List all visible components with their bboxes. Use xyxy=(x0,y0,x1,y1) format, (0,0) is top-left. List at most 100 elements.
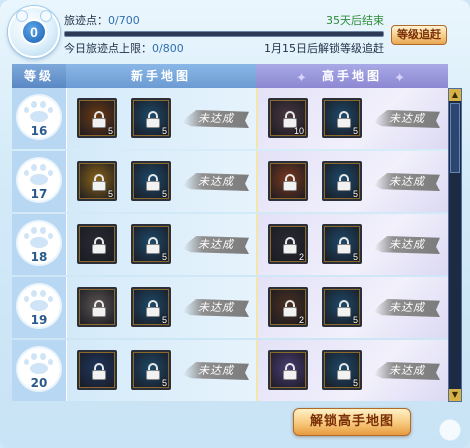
reward-item[interactable]: 5 xyxy=(131,161,171,201)
status-not-achieved-badge: 未达成 xyxy=(183,236,249,254)
reward-item[interactable]: 5 xyxy=(322,350,362,390)
lock-icon xyxy=(283,237,297,254)
status-not-achieved-badge: 未达成 xyxy=(374,236,440,254)
level-cell: 18 xyxy=(12,214,66,275)
lock-icon xyxy=(337,111,351,128)
table-row: 17 5 5 未达成 5 未达成 xyxy=(12,151,448,212)
scroll-thumb[interactable] xyxy=(450,103,460,173)
expert-header-label: 高手地图 xyxy=(321,69,382,83)
status-not-achieved-badge: 未达成 xyxy=(374,299,440,317)
item-count: 5 xyxy=(352,315,358,325)
item-count: 5 xyxy=(161,252,167,262)
reward-item[interactable] xyxy=(77,350,117,390)
reward-item[interactable]: 5 xyxy=(131,98,171,138)
paw-icon: 17 xyxy=(18,159,60,201)
end-countdown: 35天后结束 xyxy=(326,14,384,27)
reward-item[interactable]: 5 xyxy=(131,287,171,327)
points-value: 0/700 xyxy=(108,14,140,27)
status-not-achieved-badge: 未达成 xyxy=(374,362,440,380)
scroll-down-arrow-icon[interactable]: ▼ xyxy=(449,389,461,401)
lock-icon xyxy=(337,237,351,254)
item-count: 2 xyxy=(298,252,304,262)
item-count: 5 xyxy=(352,378,358,388)
reward-item[interactable] xyxy=(77,224,117,264)
lock-icon xyxy=(283,300,297,317)
badge-ear-right xyxy=(40,10,52,22)
unlock-expert-map-button[interactable]: 解锁高手地图 xyxy=(293,408,411,436)
badge-value: 0 xyxy=(21,19,47,45)
lock-icon xyxy=(92,174,106,191)
reward-item[interactable]: 5 xyxy=(322,224,362,264)
reward-item[interactable] xyxy=(268,161,308,201)
reward-item[interactable]: 5 xyxy=(322,287,362,327)
daily-row: 今日旅迹点上限：0/800 1月15日后解锁等级追赶 xyxy=(64,40,384,58)
item-count: 5 xyxy=(352,252,358,262)
table-row: 19 5 未达成 2 5 未达成 xyxy=(12,277,448,338)
level-cell: 17 xyxy=(12,151,66,212)
expert-reward-cell: 5 未达成 xyxy=(256,340,448,401)
item-count: 2 xyxy=(298,315,304,325)
lock-icon xyxy=(283,174,297,191)
paw-icon: 19 xyxy=(18,285,60,327)
reward-item[interactable]: 2 xyxy=(268,287,308,327)
lock-icon xyxy=(92,363,106,380)
reward-item[interactable]: 5 xyxy=(322,98,362,138)
item-count: 5 xyxy=(161,126,167,136)
lock-icon xyxy=(146,237,160,254)
item-count: 10 xyxy=(293,126,304,136)
status-not-achieved-badge: 未达成 xyxy=(183,173,249,191)
reward-item[interactable] xyxy=(77,287,117,327)
unlock-notice: 1月15日后解锁等级追赶 xyxy=(264,42,384,55)
reward-item[interactable]: 5 xyxy=(77,98,117,138)
novice-reward-cell: 5 未达成 xyxy=(66,214,256,275)
expert-reward-cell: 2 5 未达成 xyxy=(256,214,448,275)
lock-icon xyxy=(92,111,106,128)
reward-item[interactable]: 5 xyxy=(131,350,171,390)
item-count: 5 xyxy=(161,378,167,388)
daily-value: 0/800 xyxy=(152,42,184,55)
novice-reward-cell: 5 未达成 xyxy=(66,340,256,401)
level-cell: 20 xyxy=(12,340,66,401)
expert-reward-cell: 5 未达成 xyxy=(256,151,448,212)
level-number: 18 xyxy=(30,250,48,264)
points-progress-bar xyxy=(64,31,384,37)
points-label: 旅迹点： xyxy=(64,14,108,27)
status-not-achieved-badge: 未达成 xyxy=(183,299,249,317)
level-chase-button[interactable]: 等级追赶 xyxy=(391,25,447,45)
status-not-achieved-badge: 未达成 xyxy=(374,173,440,191)
novice-reward-cell: 5 5 未达成 xyxy=(66,151,256,212)
lock-icon xyxy=(146,300,160,317)
item-count: 5 xyxy=(107,126,113,136)
reward-item[interactable] xyxy=(268,350,308,390)
status-not-achieved-badge: 未达成 xyxy=(374,110,440,128)
paw-icon: 20 xyxy=(18,348,60,390)
column-header-expert: ✦ 高手地图 ✦ xyxy=(256,64,448,88)
scroll-up-arrow-icon[interactable]: ▲ xyxy=(449,89,461,101)
lock-icon xyxy=(337,363,351,380)
lock-icon xyxy=(92,300,106,317)
item-count: 5 xyxy=(352,126,358,136)
reward-item[interactable]: 5 xyxy=(322,161,362,201)
reward-item[interactable]: 2 xyxy=(268,224,308,264)
daily-label: 今日旅迹点上限： xyxy=(64,42,152,55)
item-count: 5 xyxy=(161,315,167,325)
level-number: 19 xyxy=(30,313,48,327)
status-not-achieved-badge: 未达成 xyxy=(183,110,249,128)
expert-reward-cell: 2 5 未达成 xyxy=(256,277,448,338)
reward-item[interactable]: 5 xyxy=(131,224,171,264)
novice-reward-cell: 5 5 未达成 xyxy=(66,88,256,149)
reward-item[interactable]: 10 xyxy=(268,98,308,138)
paw-icon: 18 xyxy=(18,222,60,264)
expert-reward-cell: 10 5 未达成 xyxy=(256,88,448,149)
level-number: 16 xyxy=(30,124,48,138)
paw-icon: 16 xyxy=(18,96,60,138)
reward-item[interactable]: 5 xyxy=(77,161,117,201)
novice-reward-cell: 5 未达成 xyxy=(66,277,256,338)
table-row: 20 5 未达成 5 未达成 xyxy=(12,340,448,401)
scrollbar[interactable]: ▲ ▼ xyxy=(448,88,462,402)
table-row: 18 5 未达成 2 5 未达成 xyxy=(12,214,448,275)
item-count: 5 xyxy=(352,189,358,199)
column-header-novice: 新手地图 xyxy=(66,64,256,88)
item-count: 5 xyxy=(107,189,113,199)
lock-icon xyxy=(146,111,160,128)
